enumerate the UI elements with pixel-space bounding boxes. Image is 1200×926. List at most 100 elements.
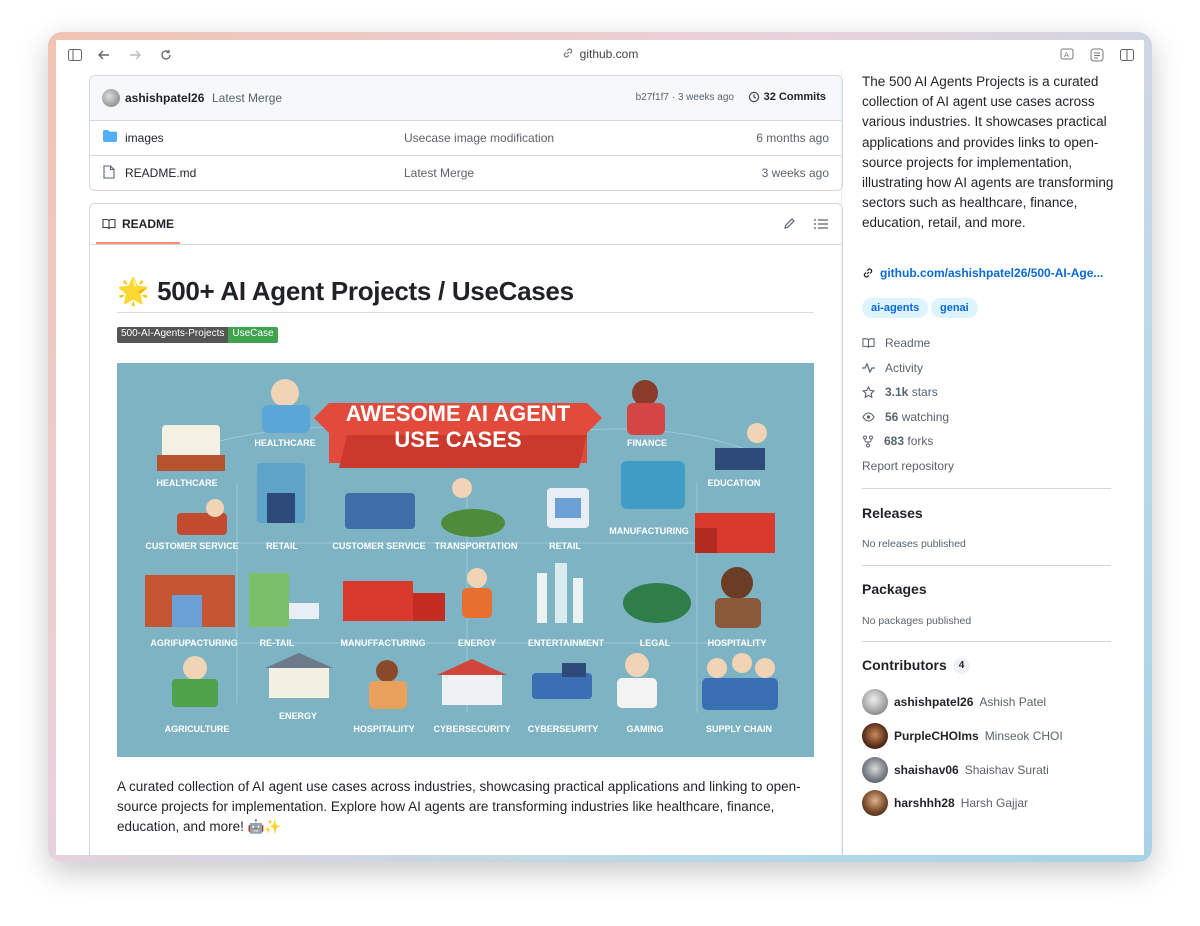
banner-line-1: AWESOME AI AGENT bbox=[346, 401, 571, 426]
releases-heading[interactable]: Releases bbox=[862, 505, 923, 521]
contributors-heading[interactable]: Contributors 4 bbox=[862, 657, 971, 675]
commit-sha-time[interactable]: b27f1f7 · 3 weeks ago bbox=[636, 92, 734, 103]
hero-label: CUSTOMER SERVICE bbox=[145, 541, 238, 551]
column-divider bbox=[841, 70, 842, 855]
hero-label: RE-TAIL bbox=[260, 638, 295, 648]
tab-readme-label: README bbox=[122, 217, 175, 231]
contributor-login: harshhh28 bbox=[894, 796, 955, 810]
readme-heading-text: 500+ AI Agent Projects / UseCases bbox=[157, 276, 574, 306]
watching-count: 56 bbox=[885, 410, 899, 424]
commits-label: 32 Commits bbox=[763, 91, 826, 103]
contributor-item[interactable]: ashishpatel26 Ashish Patel bbox=[862, 688, 1046, 716]
activity-link[interactable]: Activity bbox=[862, 361, 923, 375]
watching-label: watching bbox=[901, 410, 950, 424]
hero-label: HOSPITALIITY bbox=[353, 724, 414, 734]
avatar bbox=[862, 723, 888, 749]
divider bbox=[862, 565, 1111, 566]
file-row[interactable]: images Usecase image modification 6 mont… bbox=[90, 121, 842, 156]
forks-label: forks bbox=[907, 434, 934, 448]
contributor-item[interactable]: shaishav06 Shaishav Surati bbox=[862, 756, 1049, 784]
stars-label: stars bbox=[911, 385, 938, 399]
readme-link[interactable]: Readme bbox=[862, 336, 930, 350]
file-name[interactable]: README.md bbox=[125, 166, 196, 180]
contributor-item[interactable]: harshhh28 Harsh Gajjar bbox=[862, 789, 1028, 817]
address-bar[interactable]: github.com bbox=[56, 47, 1144, 62]
book-icon bbox=[862, 338, 875, 348]
readme-heading: 🌟 500+ AI Agent Projects / UseCases bbox=[117, 276, 574, 307]
hero-label: ENERGY bbox=[458, 638, 496, 648]
contributor-item[interactable]: PurpleCHOIms Minseok CHOI bbox=[862, 722, 1063, 750]
forks-link[interactable]: 683 forks bbox=[862, 434, 933, 448]
divider bbox=[862, 488, 1111, 489]
hero-label: GAMING bbox=[627, 724, 664, 734]
hero-label: MANUFFACTURING bbox=[341, 638, 426, 648]
activity-link-label: Activity bbox=[885, 361, 924, 375]
file-icon bbox=[103, 165, 115, 182]
url-text: github.com bbox=[579, 47, 639, 61]
badge-right: UseCase bbox=[228, 327, 278, 343]
latest-commit-bar: ashishpatel26 Latest Merge b27f1f7 · 3 w… bbox=[90, 76, 842, 121]
forks-count: 683 bbox=[884, 434, 905, 448]
pulse-icon bbox=[862, 362, 875, 374]
commit-message[interactable]: Latest Merge bbox=[212, 91, 282, 105]
fork-icon bbox=[863, 435, 873, 447]
history-icon bbox=[748, 91, 759, 103]
stars-link[interactable]: 3.1k stars bbox=[862, 385, 938, 399]
stars-count: 3.1k bbox=[885, 385, 909, 399]
hero-label: HOSPITALITY bbox=[708, 638, 767, 648]
hero-label: ENERGY bbox=[279, 711, 317, 721]
readme-link-label: Readme bbox=[885, 336, 931, 350]
hero-label: HEALTHCARE bbox=[156, 478, 217, 488]
usecase-badge[interactable]: 500-AI-Agents-Projects UseCase bbox=[117, 327, 278, 343]
file-commit-message[interactable]: Usecase image modification bbox=[404, 131, 554, 145]
hero-label: AGRIFUPACTURING bbox=[150, 638, 237, 648]
topic-tag[interactable]: ai-agents bbox=[862, 298, 929, 318]
packages-heading[interactable]: Packages bbox=[862, 581, 927, 597]
readme-panel: README 🌟 500+ AI Agent Projects / UseCas… bbox=[89, 203, 843, 855]
use-cases-illustration[interactable]: AWESOME AI AGENT USE CASES HEALTHCARE HE… bbox=[117, 363, 814, 757]
about-text: The 500 AI Agents Projects is a curated … bbox=[862, 74, 1114, 231]
avatar bbox=[862, 689, 888, 715]
commit-author[interactable]: ashishpatel26 bbox=[125, 91, 204, 105]
file-date: 6 months ago bbox=[756, 131, 829, 145]
topic-tag[interactable]: genai bbox=[931, 298, 978, 318]
avatar[interactable] bbox=[102, 89, 120, 107]
contributor-name: Minseok CHOI bbox=[984, 729, 1063, 743]
packages-empty-text: No packages published bbox=[862, 615, 972, 627]
reader-icon[interactable] bbox=[1088, 46, 1106, 64]
badge-left: 500-AI-Agents-Projects bbox=[117, 327, 229, 343]
hero-label: FINANCE bbox=[627, 438, 667, 448]
tab-readme[interactable]: README bbox=[102, 217, 174, 231]
hero-label: RETAIL bbox=[266, 541, 298, 551]
commits-link[interactable]: 32 Commits bbox=[748, 91, 826, 103]
watching-link[interactable]: 56 watching bbox=[862, 410, 949, 424]
contributors-count: 4 bbox=[952, 658, 971, 675]
contributor-login: ashishpatel26 bbox=[894, 695, 974, 709]
active-tab-indicator bbox=[96, 242, 180, 244]
edit-icon[interactable] bbox=[783, 217, 796, 235]
contributor-name: Shaishav Surati bbox=[964, 763, 1049, 777]
report-repository-link[interactable]: Report repository bbox=[862, 459, 954, 473]
heading-divider bbox=[117, 312, 814, 313]
file-date: 3 weeks ago bbox=[761, 166, 829, 180]
file-row[interactable]: README.md Latest Merge 3 weeks ago bbox=[90, 156, 842, 190]
contributor-login: PurpleCHOIms bbox=[894, 729, 979, 743]
file-name[interactable]: images bbox=[125, 131, 164, 145]
contributor-login: shaishav06 bbox=[894, 763, 959, 777]
contributor-name: Harsh Gajjar bbox=[960, 796, 1029, 810]
banner-line-2: USE CASES bbox=[394, 427, 521, 452]
hero-label: MANUFACTURING bbox=[609, 526, 689, 536]
hero-label: SUPPLY CHAIN bbox=[706, 724, 772, 734]
translate-icon[interactable]: A bbox=[1058, 46, 1076, 64]
outline-icon[interactable] bbox=[814, 217, 828, 235]
link-icon bbox=[863, 268, 873, 278]
homepage-link-text: github.com/ashishpatel26/500-AI-Age... bbox=[880, 266, 1104, 280]
split-view-icon[interactable] bbox=[1118, 46, 1136, 64]
contributors-heading-text: Contributors bbox=[862, 657, 947, 673]
releases-empty-text: No releases published bbox=[862, 538, 966, 550]
readme-description: A curated collection of AI agent use cas… bbox=[117, 779, 801, 834]
file-commit-message[interactable]: Latest Merge bbox=[404, 166, 474, 180]
hero-label: AGRICULTURE bbox=[165, 724, 230, 734]
illustration-graphic: AWESOME AI AGENT USE CASES HEALTHCARE HE… bbox=[117, 363, 814, 757]
homepage-link[interactable]: github.com/ashishpatel26/500-AI-Age... bbox=[862, 266, 1103, 280]
